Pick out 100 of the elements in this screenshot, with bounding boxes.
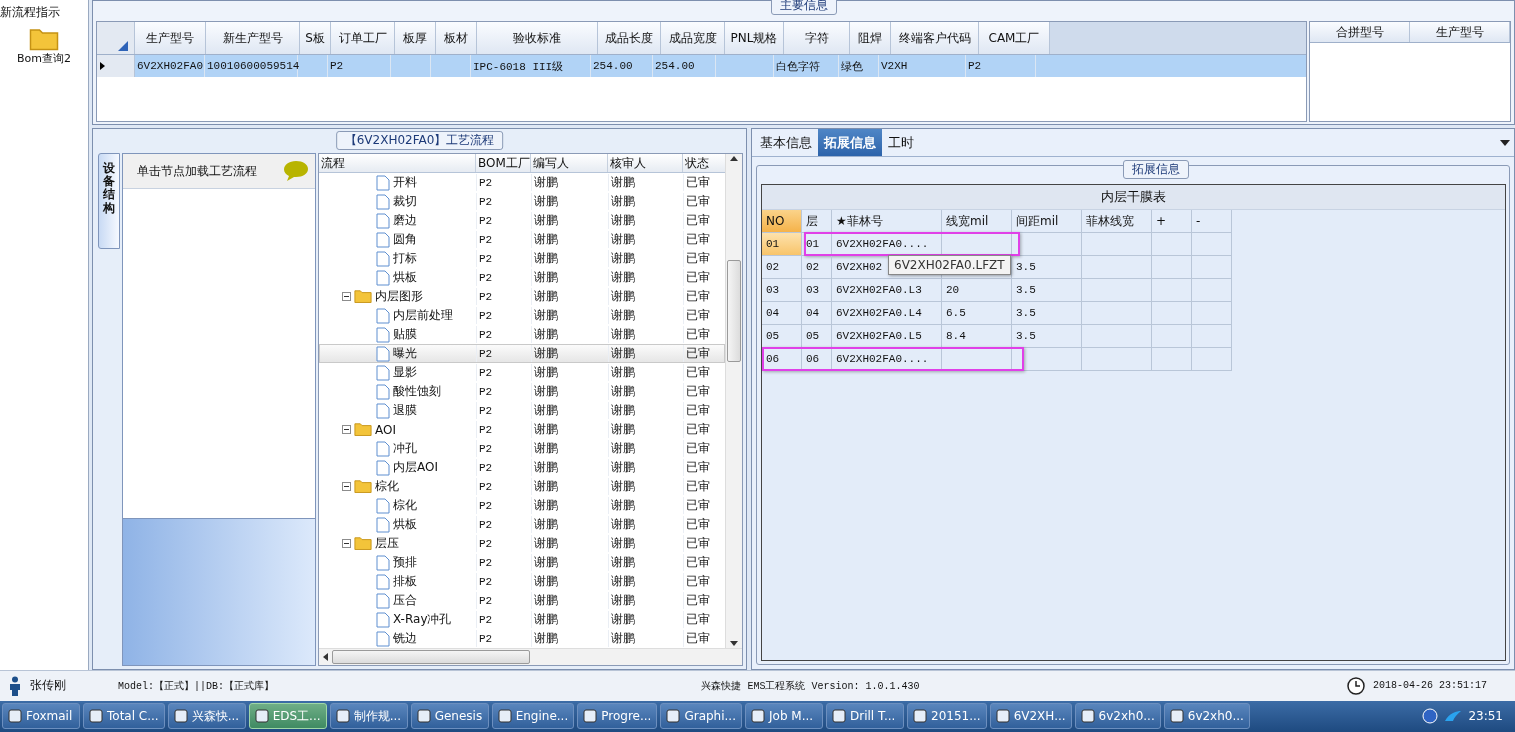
- taskbar-button[interactable]: 6v2xh0...: [1074, 703, 1161, 730]
- column-header[interactable]: 层: [802, 210, 832, 233]
- table-cell: 03: [762, 279, 802, 302]
- table-cell: 谢鹏: [611, 288, 635, 305]
- tab[interactable]: 拓展信息: [818, 129, 882, 156]
- table-cell: 谢鹏: [534, 478, 558, 495]
- table-cell: 8.4: [942, 325, 1012, 348]
- taskbar-button[interactable]: 6V2XH...: [989, 703, 1072, 730]
- column-header[interactable]: 成品宽度: [661, 22, 725, 54]
- column-header[interactable]: 线宽mil: [942, 210, 1012, 233]
- table-cell: 谢鹏: [534, 573, 558, 590]
- table-cell: 谢鹏: [611, 326, 635, 343]
- table-cell: 谢鹏: [611, 535, 635, 552]
- table-cell: P2: [479, 632, 493, 645]
- table-cell: 03: [802, 279, 832, 302]
- table-cell: 谢鹏: [611, 478, 635, 495]
- table-cell: 谢鹏: [611, 497, 635, 514]
- column-header[interactable]: 板厚: [395, 22, 436, 54]
- column-header[interactable]: BOM工厂: [476, 154, 531, 172]
- column-header[interactable]: 成品长度: [598, 22, 661, 54]
- column-header[interactable]: 订单工厂: [331, 22, 395, 54]
- column-header[interactable]: -: [1192, 210, 1232, 233]
- column-header[interactable]: NO: [762, 210, 802, 233]
- column-header[interactable]: 合拼型号: [1310, 22, 1410, 42]
- taskbar-button[interactable]: Job M...: [745, 703, 823, 730]
- table-cell: 02: [802, 256, 832, 279]
- column-header[interactable]: 终端客户代码: [891, 22, 979, 54]
- taskbar-button[interactable]: 制作规...: [329, 703, 408, 730]
- table-cell: 谢鹏: [534, 421, 558, 438]
- taskbar-button[interactable]: Total C...: [83, 703, 165, 730]
- taskbar-button[interactable]: 20151...: [907, 703, 987, 730]
- table-cell: 已审: [686, 459, 710, 476]
- table-cell: P2: [479, 575, 493, 588]
- taskbar-button[interactable]: Foxmail: [2, 703, 80, 730]
- taskbar-button[interactable]: 兴森快...: [167, 703, 246, 730]
- column-header[interactable]: 流程: [319, 154, 476, 172]
- status-datetime: 2018-04-26 23:51:17: [1373, 680, 1487, 692]
- column-header[interactable]: 板材: [436, 22, 477, 54]
- table-cell: 谢鹏: [611, 592, 635, 609]
- user-name: 张传刚: [30, 677, 67, 695]
- table-cell: 谢鹏: [534, 307, 558, 324]
- table-cell: 谢鹏: [611, 383, 635, 400]
- tree-item-label: 预排: [393, 554, 417, 571]
- table-cell: P2: [479, 556, 493, 569]
- column-header[interactable]: 核审人: [608, 154, 683, 172]
- column-header[interactable]: 生产型号: [135, 22, 206, 54]
- tree-row[interactable]: 曝光 P2 谢鹏 谢鹏 已审: [319, 344, 725, 363]
- sidebar-item[interactable]: Bom查询2: [17, 51, 71, 66]
- column-header[interactable]: 阻焊: [850, 22, 891, 54]
- table-row[interactable]: 6V2XH02FA0 10010600059514 P2 IPC-6018 III级 254.00 254.00 白色字符 绿色 V2XH P2: [97, 55, 1306, 77]
- column-header[interactable]: +: [1152, 210, 1192, 233]
- tab[interactable]: 基本信息: [754, 129, 818, 156]
- table-cell: 6V2XH02FA0.L3: [832, 279, 942, 302]
- column-header[interactable]: 编写人: [531, 154, 608, 172]
- table-cell: 已审: [686, 383, 710, 400]
- table-cell: P2: [479, 366, 493, 379]
- table-cell-text: 白色字符: [776, 59, 820, 74]
- column-header[interactable]: 菲林线宽: [1082, 210, 1152, 233]
- taskbar-button[interactable]: Engine...: [491, 703, 575, 730]
- column-header[interactable]: 间距mil: [1012, 210, 1082, 233]
- table-cell: 已审: [686, 250, 710, 267]
- table-cell: P2: [479, 328, 493, 341]
- column-header[interactable]: 生产型号: [1410, 22, 1510, 42]
- column-header[interactable]: S板: [300, 22, 331, 54]
- table-cell: 谢鹏: [534, 611, 558, 628]
- taskbar-button[interactable]: Drill T...: [826, 703, 904, 730]
- taskbar-button[interactable]: Genesis: [410, 703, 489, 730]
- table-cell: 254.00: [593, 60, 633, 72]
- table-cell: 谢鹏: [534, 326, 558, 343]
- taskbar-button[interactable]: 6v2xh0...: [1163, 703, 1250, 730]
- table-cell: 谢鹏: [534, 440, 558, 457]
- table-cell: 05: [762, 325, 802, 348]
- table-cell: 6V2XH02FA0....: [832, 348, 942, 371]
- table-cell: 谢鹏: [534, 402, 558, 419]
- column-header[interactable]: 新生产型号: [206, 22, 300, 54]
- tree-item-label: 磨边: [393, 212, 417, 229]
- table-cell: P2: [479, 537, 493, 550]
- taskbar-button[interactable]: Progre...: [577, 703, 658, 730]
- column-header[interactable]: 验收标准: [477, 22, 598, 54]
- column-header[interactable]: ★菲林号: [832, 210, 942, 233]
- column-header[interactable]: 字符: [784, 22, 850, 54]
- taskbar-button[interactable]: Graphi...: [660, 703, 742, 730]
- tree-item-label: 内层AOI: [393, 459, 438, 476]
- table-cell: P2: [479, 480, 493, 493]
- tree-item-label: 内层前处理: [393, 307, 453, 324]
- table-cell: 谢鹏: [534, 212, 558, 229]
- table-cell: P2: [479, 518, 493, 531]
- table-cell: V2XH: [881, 60, 908, 72]
- table-cell: 04: [802, 302, 832, 325]
- side-tab[interactable]: 设备结构: [98, 153, 120, 249]
- table-cell: 谢鹏: [611, 307, 635, 324]
- table-cell: 谢鹏: [534, 630, 558, 647]
- tree-item-label: 裁切: [393, 193, 417, 210]
- tab[interactable]: 工时: [882, 129, 920, 156]
- table-cell: 谢鹏: [534, 345, 558, 362]
- table-cell: 已审: [686, 307, 710, 324]
- column-header[interactable]: PNL规格: [725, 22, 784, 54]
- table-cell: 谢鹏: [534, 193, 558, 210]
- table-cell: 6V2XH02FA0.L5: [832, 325, 942, 348]
- tree-item-label: 内层图形: [375, 288, 423, 305]
